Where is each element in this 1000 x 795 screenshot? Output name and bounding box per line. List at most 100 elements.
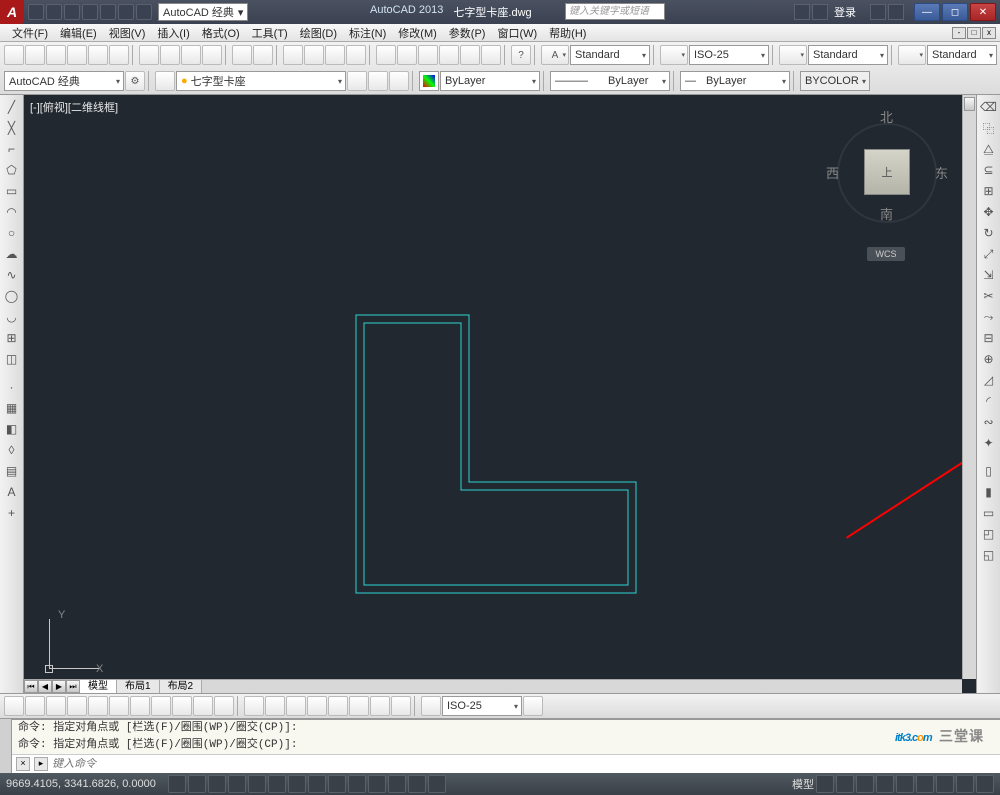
qat-redo-icon[interactable] [136, 4, 152, 20]
app-icon[interactable]: A [0, 0, 24, 24]
menu-dimension[interactable]: 标注(N) [343, 25, 392, 41]
layer-iso-icon[interactable] [347, 71, 367, 91]
dim-joglinear-icon[interactable] [349, 696, 369, 716]
sc-icon[interactable] [408, 775, 426, 793]
addsel-icon[interactable]: + [2, 503, 22, 523]
break-icon[interactable]: ⊟ [979, 328, 999, 348]
dim-edit-icon[interactable] [370, 696, 390, 716]
redo-icon[interactable] [253, 45, 273, 65]
copy2-icon[interactable]: ⿻ [979, 118, 999, 138]
viewcube-north[interactable]: 北 [880, 107, 893, 126]
scale-icon[interactable]: ⤢ [979, 244, 999, 264]
open-icon[interactable] [25, 45, 45, 65]
mdi-close-button[interactable]: x [982, 27, 996, 39]
table-style-icon[interactable] [779, 45, 807, 65]
signin-icon[interactable] [812, 4, 828, 20]
layer-state-icon[interactable] [389, 71, 409, 91]
viewcube-east[interactable]: 东 [935, 163, 948, 182]
dim-style-icon[interactable] [660, 45, 688, 65]
offset-icon[interactable]: ⊆ [979, 160, 999, 180]
cmd-recent-icon[interactable]: ▸ [34, 757, 48, 771]
tab-prev-button[interactable]: ◀ [38, 680, 52, 693]
st-annoscale-icon[interactable] [876, 775, 894, 793]
dim-diameter-icon[interactable] [130, 696, 150, 716]
osnap-icon[interactable] [248, 775, 266, 793]
dim-style-btn[interactable] [523, 696, 543, 716]
minimize-button[interactable]: — [914, 3, 940, 21]
dim-update-icon[interactable] [421, 696, 441, 716]
explode-icon[interactable]: ✦ [979, 433, 999, 453]
xline-icon[interactable]: ╳ [2, 118, 22, 138]
trim-icon[interactable]: ✂ [979, 286, 999, 306]
linetype-combo[interactable]: ———ByLayer [550, 71, 670, 91]
spline-icon[interactable]: ∿ [2, 265, 22, 285]
mirror-icon[interactable]: ⧋ [979, 139, 999, 159]
pline-icon[interactable]: ⌐ [2, 139, 22, 159]
layer-props-icon[interactable] [155, 71, 175, 91]
qat-plot-icon[interactable] [100, 4, 116, 20]
mleader-style-combo[interactable]: Standard [927, 45, 997, 65]
plot-icon[interactable] [67, 45, 87, 65]
snap-icon[interactable] [168, 775, 186, 793]
view-cube[interactable]: 北 东 南 西 上 WCS [832, 107, 942, 237]
vertical-scrollbar[interactable] [962, 95, 976, 679]
point-icon[interactable]: · [2, 377, 22, 397]
login-button[interactable]: 登录 [830, 4, 860, 20]
dim-space-icon[interactable] [244, 696, 264, 716]
table-style-combo[interactable]: Standard [808, 45, 888, 65]
st-ws-icon[interactable] [896, 775, 914, 793]
menu-tools[interactable]: 工具(T) [246, 25, 294, 41]
ucs-icon[interactable]: Y X [34, 609, 104, 669]
cmd-handle[interactable] [0, 719, 12, 773]
dim-baseline-icon[interactable] [193, 696, 213, 716]
circle-icon[interactable]: ○ [2, 223, 22, 243]
region-icon[interactable]: ◊ [2, 440, 22, 460]
st-layout-icon[interactable] [836, 775, 854, 793]
match-icon[interactable] [202, 45, 222, 65]
chamfer-icon[interactable]: ◿ [979, 370, 999, 390]
qp-icon[interactable] [388, 775, 406, 793]
viewcube-face[interactable]: 上 [864, 149, 910, 195]
move-icon[interactable]: ✥ [979, 202, 999, 222]
tab-first-button[interactable]: ⏮ [24, 680, 38, 693]
rectangle-icon[interactable]: ▭ [2, 181, 22, 201]
dim-linear-icon[interactable] [4, 696, 24, 716]
menu-format[interactable]: 格式(O) [196, 25, 246, 41]
text-style-icon[interactable]: A [541, 45, 569, 65]
line-icon[interactable]: ╱ [2, 97, 22, 117]
st-isolate-icon[interactable] [956, 775, 974, 793]
new-icon[interactable] [4, 45, 24, 65]
qat-open-icon[interactable] [46, 4, 62, 20]
menu-modify[interactable]: 修改(M) [392, 25, 443, 41]
ellipsearc-icon[interactable]: ◡ [2, 307, 22, 327]
wcs-label[interactable]: WCS [867, 247, 905, 261]
st-anno-icon[interactable] [856, 775, 874, 793]
dim-style-combo-2[interactable]: ISO-25 [442, 696, 522, 716]
tpy-icon[interactable] [368, 775, 386, 793]
workspace-combo[interactable]: AutoCAD 经典 [4, 71, 124, 91]
above-icon[interactable]: ◰ [979, 524, 999, 544]
dim-aligned-icon[interactable] [25, 696, 45, 716]
rotate-icon[interactable]: ↻ [979, 223, 999, 243]
dim-jogged-icon[interactable] [109, 696, 129, 716]
3dosnap-icon[interactable] [268, 775, 286, 793]
ws-settings-icon[interactable]: ⚙ [125, 71, 145, 91]
mtext-icon[interactable]: A [2, 482, 22, 502]
st-hw-icon[interactable] [936, 775, 954, 793]
front-icon[interactable]: ▮ [979, 482, 999, 502]
dim-tolerance-icon[interactable] [286, 696, 306, 716]
table-icon[interactable]: ▤ [2, 461, 22, 481]
polygon-icon[interactable]: ⬠ [2, 160, 22, 180]
dim-break-icon[interactable] [265, 696, 285, 716]
extend-icon[interactable]: ⤳ [979, 307, 999, 327]
revcloud-icon[interactable]: ☁ [2, 244, 22, 264]
viewcube-south[interactable]: 南 [880, 204, 893, 223]
close-button[interactable]: ✕ [970, 3, 996, 21]
arc-icon[interactable]: ◠ [2, 202, 22, 222]
st-lock-icon[interactable] [916, 775, 934, 793]
menu-window[interactable]: 窗口(W) [491, 25, 543, 41]
zoom-window-icon[interactable] [325, 45, 345, 65]
dim-ordinate-icon[interactable] [67, 696, 87, 716]
menu-edit[interactable]: 编辑(E) [54, 25, 103, 41]
dim-center-icon[interactable] [307, 696, 327, 716]
